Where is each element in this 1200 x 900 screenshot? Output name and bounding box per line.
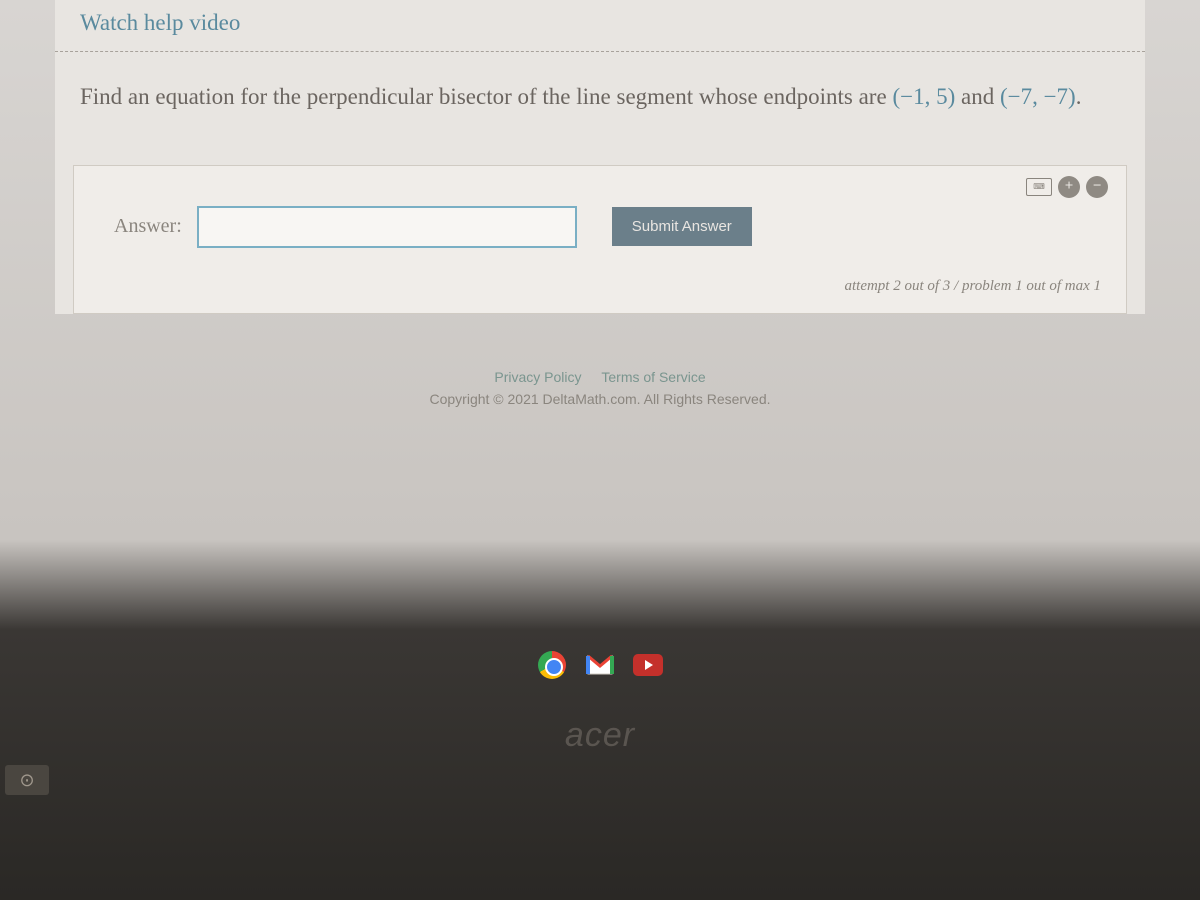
youtube-icon[interactable] bbox=[633, 650, 663, 680]
gmail-icon[interactable] bbox=[585, 650, 615, 680]
chrome-icon[interactable] bbox=[537, 650, 567, 680]
coord-2: (−7, −7) bbox=[1000, 84, 1076, 109]
answer-label: Answer: bbox=[99, 215, 182, 238]
problem-card: Watch help video Find an equation for th… bbox=[55, 0, 1145, 314]
zoom-out-button[interactable]: − bbox=[1086, 176, 1108, 198]
page-footer: Privacy Policy Terms of Service Copyrigh… bbox=[0, 369, 1200, 407]
question-and: and bbox=[955, 84, 1000, 109]
camera-badge: ⊙ bbox=[5, 765, 49, 795]
answer-controls: ⌨ + − bbox=[1026, 176, 1108, 198]
watch-help-link[interactable]: Watch help video bbox=[80, 10, 240, 35]
question-text: Find an equation for the perpendicular b… bbox=[55, 52, 1145, 165]
keyboard-icon[interactable]: ⌨ bbox=[1026, 178, 1052, 196]
attempt-status: attempt 2 out of 3 / problem 1 out of ma… bbox=[99, 278, 1101, 295]
footer-links: Privacy Policy Terms of Service bbox=[0, 369, 1200, 385]
answer-input[interactable] bbox=[197, 206, 577, 248]
privacy-link[interactable]: Privacy Policy bbox=[494, 369, 581, 385]
coord-1: (−1, 5) bbox=[892, 84, 955, 109]
question-period: . bbox=[1076, 84, 1082, 109]
zoom-in-button[interactable]: + bbox=[1058, 176, 1080, 198]
question-prefix: Find an equation for the perpendicular b… bbox=[80, 84, 892, 109]
card-header: Watch help video bbox=[55, 0, 1145, 51]
answer-row: Answer: Submit Answer bbox=[99, 206, 1101, 248]
submit-button[interactable]: Submit Answer bbox=[612, 207, 752, 246]
answer-panel: ⌨ + − Answer: Submit Answer attempt 2 ou… bbox=[73, 165, 1127, 314]
taskbar bbox=[0, 650, 1200, 680]
copyright-text: Copyright © 2021 DeltaMath.com. All Righ… bbox=[0, 391, 1200, 407]
terms-link[interactable]: Terms of Service bbox=[601, 369, 705, 385]
laptop-brand: acer bbox=[565, 716, 635, 755]
